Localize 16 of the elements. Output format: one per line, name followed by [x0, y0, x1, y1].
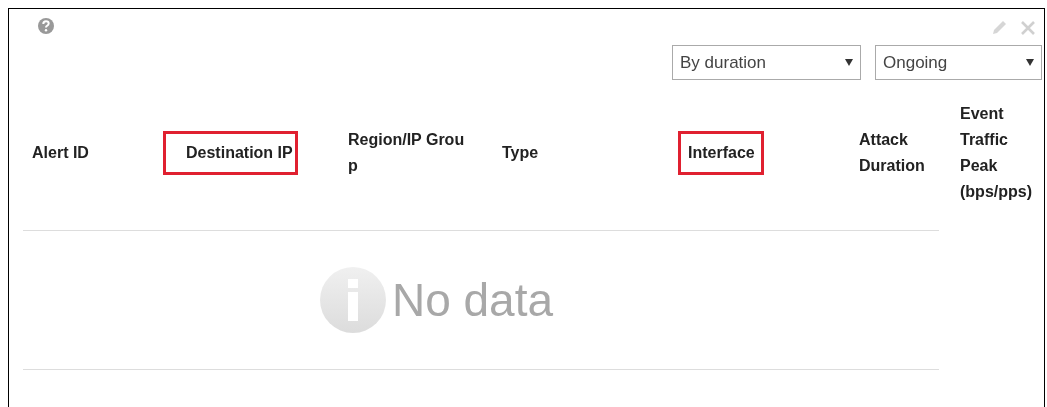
column-header: Destination IP: [163, 131, 298, 175]
column-header: Interface: [678, 131, 764, 175]
column-header: Type: [501, 143, 540, 163]
empty-message: No data: [391, 272, 554, 328]
close-icon[interactable]: [1020, 19, 1036, 36]
dropdown-caret-icon: [1026, 59, 1034, 66]
help-icon[interactable]: [37, 17, 55, 35]
column-header: Alert ID: [31, 143, 90, 163]
column-header: Event Traffic Peak (bps/pps): [959, 104, 1033, 202]
pencil-icon[interactable]: [991, 19, 1008, 36]
column-header: Region/IP Group: [347, 130, 466, 176]
filter-dropdown[interactable]: By duration: [672, 45, 861, 80]
column-header: Attack Duration: [858, 130, 926, 176]
filter-dropdown[interactable]: Ongoing: [875, 45, 1042, 80]
info-icon: [318, 266, 387, 334]
dropdown-caret-icon: [845, 59, 853, 66]
